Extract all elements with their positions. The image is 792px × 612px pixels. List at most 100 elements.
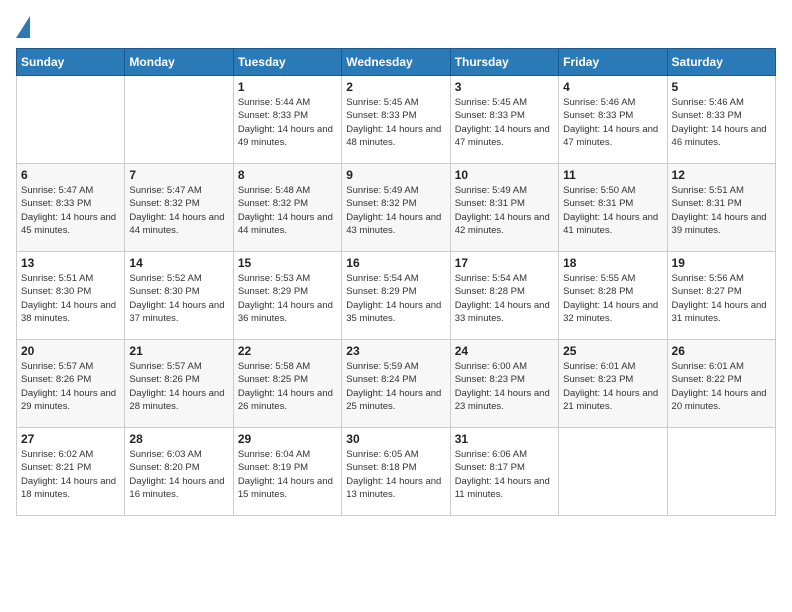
day-info: Sunrise: 6:05 AM Sunset: 8:18 PM Dayligh… xyxy=(346,448,445,501)
header-cell-thursday: Thursday xyxy=(450,49,558,76)
calendar-table: SundayMondayTuesdayWednesdayThursdayFrid… xyxy=(16,48,776,516)
calendar-cell xyxy=(559,428,667,516)
calendar-header: SundayMondayTuesdayWednesdayThursdayFrid… xyxy=(17,49,776,76)
day-number: 30 xyxy=(346,432,445,446)
calendar-cell: 24Sunrise: 6:00 AM Sunset: 8:23 PM Dayli… xyxy=(450,340,558,428)
day-info: Sunrise: 6:06 AM Sunset: 8:17 PM Dayligh… xyxy=(455,448,554,501)
day-info: Sunrise: 5:54 AM Sunset: 8:29 PM Dayligh… xyxy=(346,272,445,325)
calendar-cell: 28 Sunrise: 6:03 AM Sunset: 8:20 PM Dayli… xyxy=(125,428,233,516)
header-cell-sunday: Sunday xyxy=(17,49,125,76)
day-number: 31 xyxy=(455,432,554,446)
header-cell-friday: Friday xyxy=(559,49,667,76)
calendar-cell: 15Sunrise: 5:53 AM Sunset: 8:29 PM Dayli… xyxy=(233,252,341,340)
calendar-cell: 26 Sunrise: 6:01 AM Sunset: 8:22 PM Dayli… xyxy=(667,340,775,428)
day-number: 26 xyxy=(672,344,771,358)
calendar-cell: 16 Sunrise: 5:54 AM Sunset: 8:29 PM Dayli… xyxy=(342,252,450,340)
day-info: Sunrise: 5:52 AM Sunset: 8:30 PM Dayligh… xyxy=(129,272,228,325)
calendar-cell: 4 Sunrise: 5:46 AM Sunset: 8:33 PM Daylig… xyxy=(559,76,667,164)
day-number: 1 xyxy=(238,80,337,94)
calendar-week-4: 27 Sunrise: 6:02 AM Sunset: 8:21 PM Dayli… xyxy=(17,428,776,516)
logo-triangle-icon xyxy=(16,16,30,38)
day-number: 16 xyxy=(346,256,445,270)
calendar-cell: 29 Sunrise: 6:04 AM Sunset: 8:19 PM Dayli… xyxy=(233,428,341,516)
day-info: Sunrise: 5:57 AM Sunset: 8:26 PM Dayligh… xyxy=(129,360,228,413)
day-number: 24 xyxy=(455,344,554,358)
day-number: 6 xyxy=(21,168,120,182)
calendar-cell: 7Sunrise: 5:47 AM Sunset: 8:32 PM Daylig… xyxy=(125,164,233,252)
day-info: Sunrise: 5:49 AM Sunset: 8:31 PM Dayligh… xyxy=(455,184,554,237)
calendar-week-1: 6Sunrise: 5:47 AM Sunset: 8:33 PM Daylig… xyxy=(17,164,776,252)
day-info: Sunrise: 5:49 AM Sunset: 8:32 PM Dayligh… xyxy=(346,184,445,237)
day-number: 12 xyxy=(672,168,771,182)
day-info: Sunrise: 5:46 AM Sunset: 8:33 PM Dayligh… xyxy=(563,96,662,149)
day-info: Sunrise: 6:01 AM Sunset: 8:23 PM Dayligh… xyxy=(563,360,662,413)
day-number: 15 xyxy=(238,256,337,270)
day-info: Sunrise: 5:54 AM Sunset: 8:28 PM Dayligh… xyxy=(455,272,554,325)
logo xyxy=(16,16,36,38)
day-number: 10 xyxy=(455,168,554,182)
calendar-week-3: 20 Sunrise: 5:57 AM Sunset: 8:26 PM Dayli… xyxy=(17,340,776,428)
calendar-cell: 2 Sunrise: 5:45 AM Sunset: 8:33 PM Daylig… xyxy=(342,76,450,164)
day-info: Sunrise: 5:59 AM Sunset: 8:24 PM Dayligh… xyxy=(346,360,445,413)
day-number: 9 xyxy=(346,168,445,182)
day-number: 19 xyxy=(672,256,771,270)
day-info: Sunrise: 5:55 AM Sunset: 8:28 PM Dayligh… xyxy=(563,272,662,325)
calendar-cell: 18 Sunrise: 5:55 AM Sunset: 8:28 PM Dayli… xyxy=(559,252,667,340)
day-number: 13 xyxy=(21,256,120,270)
day-info: Sunrise: 5:44 AM Sunset: 8:33 PM Dayligh… xyxy=(238,96,337,149)
header-cell-monday: Monday xyxy=(125,49,233,76)
calendar-cell xyxy=(125,76,233,164)
calendar-cell: 21 Sunrise: 5:57 AM Sunset: 8:26 PM Dayli… xyxy=(125,340,233,428)
day-info: Sunrise: 5:50 AM Sunset: 8:31 PM Dayligh… xyxy=(563,184,662,237)
day-number: 21 xyxy=(129,344,228,358)
page-header xyxy=(16,16,776,38)
day-info: Sunrise: 6:02 AM Sunset: 8:21 PM Dayligh… xyxy=(21,448,120,501)
header-cell-tuesday: Tuesday xyxy=(233,49,341,76)
calendar-cell: 6Sunrise: 5:47 AM Sunset: 8:33 PM Daylig… xyxy=(17,164,125,252)
header-cell-wednesday: Wednesday xyxy=(342,49,450,76)
calendar-week-0: 1 Sunrise: 5:44 AM Sunset: 8:33 PM Daylig… xyxy=(17,76,776,164)
calendar-cell: 19Sunrise: 5:56 AM Sunset: 8:27 PM Dayli… xyxy=(667,252,775,340)
day-number: 4 xyxy=(563,80,662,94)
day-number: 18 xyxy=(563,256,662,270)
calendar-cell: 3Sunrise: 5:45 AM Sunset: 8:33 PM Daylig… xyxy=(450,76,558,164)
day-number: 8 xyxy=(238,168,337,182)
calendar-week-2: 13 Sunrise: 5:51 AM Sunset: 8:30 PM Dayli… xyxy=(17,252,776,340)
calendar-cell: 10 Sunrise: 5:49 AM Sunset: 8:31 PM Dayli… xyxy=(450,164,558,252)
day-number: 23 xyxy=(346,344,445,358)
day-number: 3 xyxy=(455,80,554,94)
calendar-cell: 13 Sunrise: 5:51 AM Sunset: 8:30 PM Dayli… xyxy=(17,252,125,340)
day-number: 17 xyxy=(455,256,554,270)
day-info: Sunrise: 6:03 AM Sunset: 8:20 PM Dayligh… xyxy=(129,448,228,501)
day-number: 27 xyxy=(21,432,120,446)
day-number: 14 xyxy=(129,256,228,270)
day-info: Sunrise: 5:45 AM Sunset: 8:33 PM Dayligh… xyxy=(346,96,445,149)
calendar-cell: 9 Sunrise: 5:49 AM Sunset: 8:32 PM Daylig… xyxy=(342,164,450,252)
day-info: Sunrise: 6:01 AM Sunset: 8:22 PM Dayligh… xyxy=(672,360,771,413)
calendar-cell: 23 Sunrise: 5:59 AM Sunset: 8:24 PM Dayli… xyxy=(342,340,450,428)
calendar-cell: 22Sunrise: 5:58 AM Sunset: 8:25 PM Dayli… xyxy=(233,340,341,428)
calendar-cell: 31 Sunrise: 6:06 AM Sunset: 8:17 PM Dayli… xyxy=(450,428,558,516)
calendar-cell: 27 Sunrise: 6:02 AM Sunset: 8:21 PM Dayli… xyxy=(17,428,125,516)
day-info: Sunrise: 5:51 AM Sunset: 8:30 PM Dayligh… xyxy=(21,272,120,325)
day-number: 25 xyxy=(563,344,662,358)
calendar-cell: 25 Sunrise: 6:01 AM Sunset: 8:23 PM Dayli… xyxy=(559,340,667,428)
day-number: 11 xyxy=(563,168,662,182)
day-number: 20 xyxy=(21,344,120,358)
day-info: Sunrise: 5:51 AM Sunset: 8:31 PM Dayligh… xyxy=(672,184,771,237)
calendar-cell: 11 Sunrise: 5:50 AM Sunset: 8:31 PM Dayli… xyxy=(559,164,667,252)
calendar-cell: 5Sunrise: 5:46 AM Sunset: 8:33 PM Daylig… xyxy=(667,76,775,164)
day-info: Sunrise: 5:46 AM Sunset: 8:33 PM Dayligh… xyxy=(672,96,771,149)
day-info: Sunrise: 5:58 AM Sunset: 8:25 PM Dayligh… xyxy=(238,360,337,413)
calendar-cell: 1 Sunrise: 5:44 AM Sunset: 8:33 PM Daylig… xyxy=(233,76,341,164)
calendar-cell: 20Sunrise: 5:57 AM Sunset: 8:26 PM Dayli… xyxy=(17,340,125,428)
calendar-cell xyxy=(17,76,125,164)
calendar-cell: 8Sunrise: 5:48 AM Sunset: 8:32 PM Daylig… xyxy=(233,164,341,252)
day-number: 29 xyxy=(238,432,337,446)
day-number: 2 xyxy=(346,80,445,94)
calendar-cell xyxy=(667,428,775,516)
day-number: 28 xyxy=(129,432,228,446)
calendar-cell: 12 Sunrise: 5:51 AM Sunset: 8:31 PM Dayli… xyxy=(667,164,775,252)
day-info: Sunrise: 6:04 AM Sunset: 8:19 PM Dayligh… xyxy=(238,448,337,501)
calendar-cell: 14 Sunrise: 5:52 AM Sunset: 8:30 PM Dayli… xyxy=(125,252,233,340)
